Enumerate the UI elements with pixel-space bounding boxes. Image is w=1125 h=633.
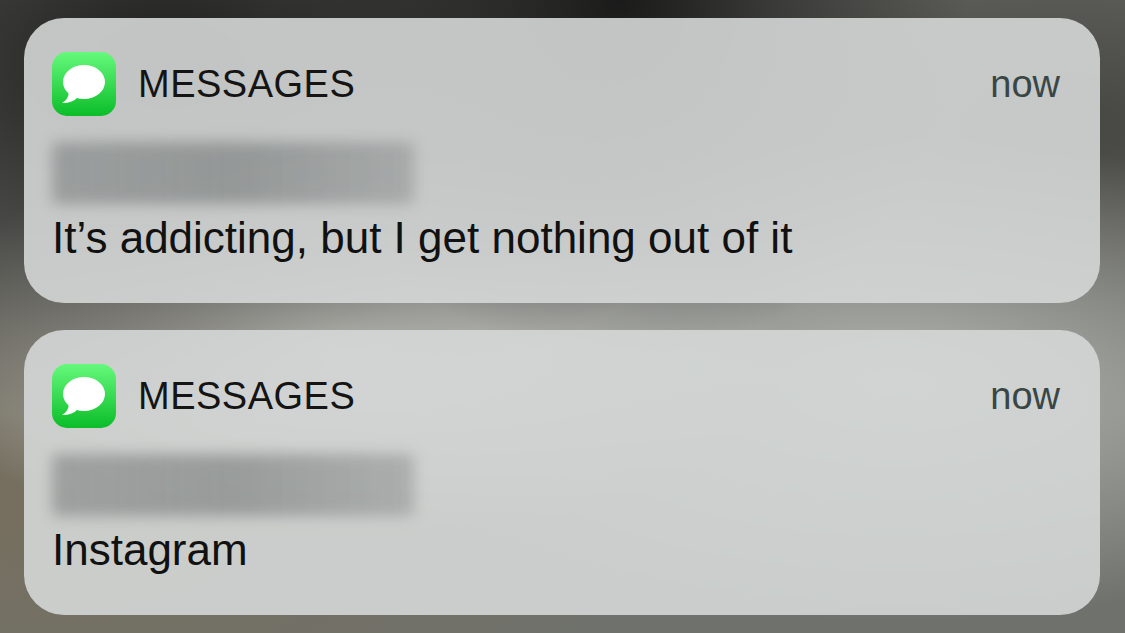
lock-screen: MESSAGES now It’s addicting, but I get n… [0,0,1125,633]
message-text: Instagram [52,524,1060,576]
notification-header: MESSAGES now [52,364,1060,428]
notification-time: now [990,63,1060,106]
notification-list: MESSAGES now It’s addicting, but I get n… [0,0,1125,615]
notification-card[interactable]: MESSAGES now Instagram [24,330,1100,615]
notification-time: now [990,375,1060,418]
notification-header: MESSAGES now [52,52,1060,116]
messages-app-icon [52,364,116,428]
sender-name-blurred [52,142,414,204]
sender-name-blurred [52,454,414,516]
app-name: MESSAGES [138,63,968,106]
message-text: It’s addicting, but I get nothing out of… [52,212,1060,264]
app-name: MESSAGES [138,375,968,418]
notification-card[interactable]: MESSAGES now It’s addicting, but I get n… [24,18,1100,303]
messages-app-icon [52,52,116,116]
